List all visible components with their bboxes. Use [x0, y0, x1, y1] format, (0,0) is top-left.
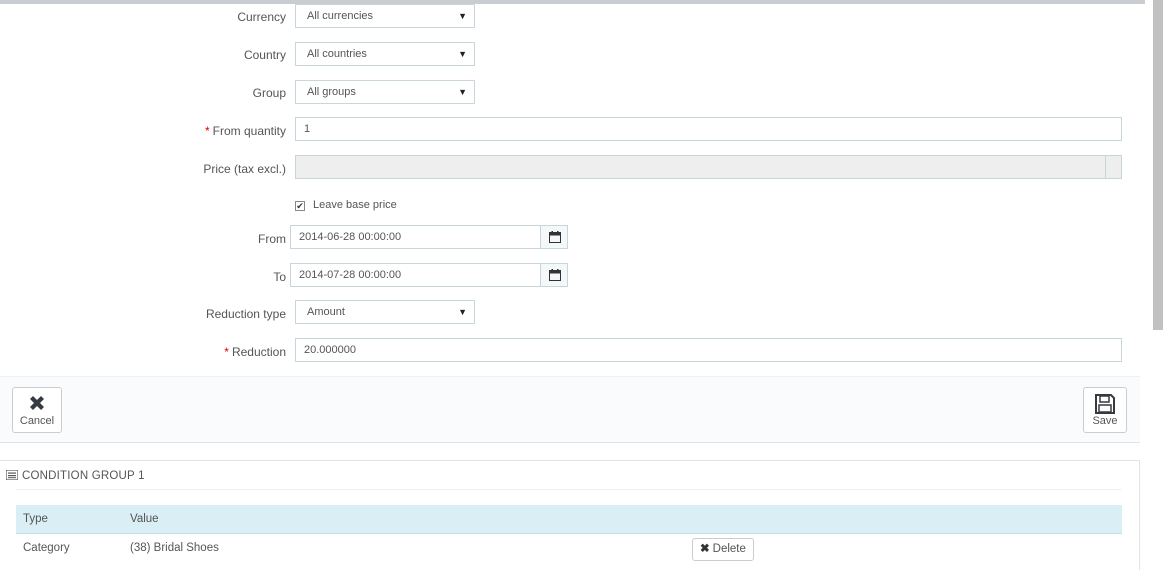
leave-base-price-row[interactable]: ✔ Leave base price: [295, 197, 397, 213]
from-date-input[interactable]: 2014-06-28 00:00:00: [290, 225, 568, 249]
price-label: Price (tax excl.): [203, 162, 286, 176]
close-icon: [13, 388, 61, 415]
delete-label: Delete: [712, 543, 746, 555]
group-label: Group: [252, 86, 286, 100]
group-select[interactable]: All groups ▼: [295, 80, 475, 104]
cancel-label: Cancel: [19, 415, 55, 427]
calendar-icon: [549, 269, 561, 281]
price-input: [295, 155, 1122, 179]
condition-group-heading: CONDITION GROUP 1: [5, 469, 145, 482]
panel-divider: [16, 489, 1122, 490]
group-value: All groups: [307, 86, 356, 98]
from-date-label: From: [258, 232, 286, 246]
row-type: Category: [23, 542, 70, 554]
from-date-calendar-button[interactable]: [540, 226, 567, 248]
delete-button[interactable]: ✖ Delete: [692, 538, 754, 561]
caret-down-icon: ▼: [458, 11, 467, 21]
column-header-type: Type: [23, 513, 48, 525]
top-border: [0, 0, 1145, 4]
caret-down-icon: ▼: [458, 49, 467, 59]
reduction-value: 20.000000: [304, 344, 356, 356]
currency-select[interactable]: All currencies ▼: [295, 4, 475, 28]
from-quantity-input[interactable]: 1: [295, 117, 1122, 141]
calendar-icon: [549, 231, 561, 243]
country-label: Country: [243, 48, 286, 62]
reduction-type-label: Reduction type: [205, 307, 286, 321]
save-label: Save: [1092, 415, 1118, 427]
to-date-label: To: [273, 270, 286, 284]
list-icon: [5, 469, 19, 481]
leave-base-price-checkbox[interactable]: ✔: [295, 201, 305, 211]
required-mark: *: [204, 124, 210, 138]
from-date-value: 2014-06-28 00:00:00: [299, 231, 402, 243]
cancel-button[interactable]: Cancel: [12, 387, 62, 433]
to-date-value: 2014-07-28 00:00:00: [299, 269, 402, 281]
close-icon: ✖: [700, 543, 710, 555]
condition-group-title: CONDITION GROUP 1: [22, 470, 145, 482]
to-date-calendar-button[interactable]: [540, 264, 567, 286]
required-mark: *: [224, 345, 229, 359]
currency-label: Currency: [237, 10, 286, 24]
condition-group-panel: CONDITION GROUP 1 Type Value Category (3…: [0, 460, 1140, 570]
reduction-input[interactable]: 20.000000: [295, 338, 1122, 362]
save-icon: [1084, 388, 1126, 415]
from-quantity-label-text: From quantity: [212, 124, 286, 138]
checkmark-icon: ✔: [296, 201, 304, 211]
reduction-type-select[interactable]: Amount ▼: [295, 300, 475, 324]
reduction-type-value: Amount: [307, 306, 345, 318]
caret-down-icon: ▼: [458, 87, 467, 97]
from-quantity-label: * From quantity: [205, 123, 286, 139]
form-footer: Cancel Save: [0, 376, 1140, 443]
leave-base-price-label: Leave base price: [313, 199, 397, 211]
reduction-label: * Reduction: [224, 344, 286, 360]
save-button[interactable]: Save: [1083, 387, 1127, 433]
price-addon: [1105, 156, 1121, 178]
conditions-table-header: Type Value: [16, 505, 1122, 534]
to-date-input[interactable]: 2014-07-28 00:00:00: [290, 263, 568, 287]
row-value: (38) Bridal Shoes: [130, 542, 219, 554]
currency-value: All currencies: [307, 10, 374, 22]
reduction-label-text: Reduction: [231, 345, 286, 359]
column-header-value: Value: [130, 513, 159, 525]
country-value: All countries: [307, 48, 367, 60]
from-quantity-value: 1: [304, 123, 311, 135]
country-select[interactable]: All countries ▼: [295, 42, 475, 66]
scrollbar-thumb[interactable]: [1153, 0, 1163, 330]
caret-down-icon: ▼: [458, 307, 467, 317]
